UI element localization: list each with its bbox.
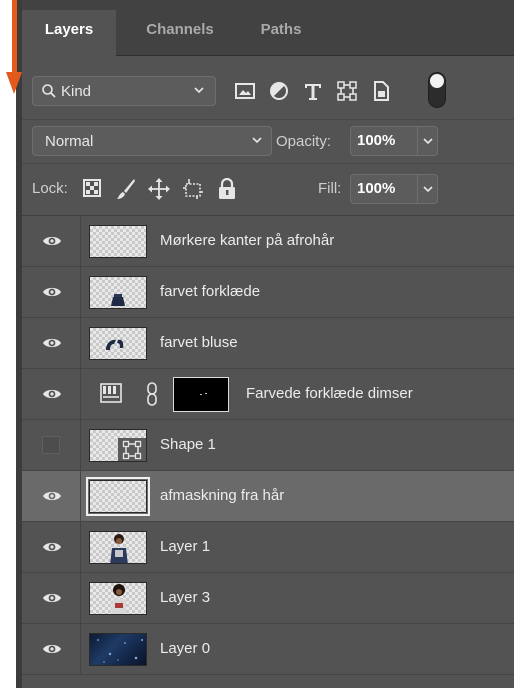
visibility-column — [22, 573, 81, 623]
chevron-down-icon — [252, 137, 262, 144]
visibility-toggle-off[interactable] — [42, 436, 60, 454]
person-thumbnail-icon — [111, 584, 127, 614]
visibility-column — [22, 216, 81, 266]
fill-input[interactable]: 100% — [350, 174, 418, 204]
layer-thumbnail — [86, 477, 150, 516]
layer-name: Mørkere kanter på afrohår — [160, 232, 335, 249]
filter-toggle-switch[interactable] — [428, 72, 446, 108]
smart-object-filter-icon[interactable] — [370, 80, 392, 102]
layer-name: Layer 3 — [160, 589, 211, 606]
layer-row[interactable]: Layer 0 — [22, 624, 514, 675]
eye-icon[interactable] — [42, 336, 62, 350]
visibility-column — [22, 369, 81, 419]
blouse-thumbnail-icon — [106, 339, 124, 350]
chain-link-icon[interactable] — [146, 382, 158, 406]
tab-paths[interactable]: Paths — [240, 10, 322, 56]
mask-speck — [205, 393, 207, 394]
image-filter-icon[interactable] — [234, 80, 256, 102]
mask-speck — [200, 394, 202, 395]
layer-row[interactable]: farvet forklæde — [22, 267, 514, 318]
eye-icon[interactable] — [42, 387, 62, 401]
layer-name: Layer 0 — [160, 640, 211, 657]
layers-panel: Layers Channels Paths Kind Normal Opacit… — [22, 0, 514, 688]
type-filter-icon[interactable] — [302, 80, 324, 102]
eye-icon[interactable] — [42, 489, 62, 503]
tab-channels[interactable]: Channels — [124, 10, 236, 56]
layer-filter-row: Kind — [22, 56, 514, 120]
tab-layers[interactable]: Layers — [22, 10, 116, 56]
eye-icon[interactable] — [42, 285, 62, 299]
layer-name: farvet bluse — [160, 334, 238, 351]
visibility-column — [22, 318, 81, 368]
lock-transparent-pixels-icon[interactable] — [82, 178, 102, 198]
shape-badge — [118, 438, 146, 461]
layer-thumbnail — [89, 531, 147, 564]
layer-row[interactable]: Shape 1 — [22, 420, 514, 471]
left-margin — [0, 0, 16, 688]
lock-row: Lock: Fill: 100% — [22, 164, 514, 216]
adjustment-filter-icon[interactable] — [268, 80, 290, 102]
layer-row-selected[interactable]: afmaskning fra hår — [22, 471, 514, 522]
lock-position-icon[interactable] — [148, 178, 170, 200]
chevron-down-icon — [423, 138, 433, 145]
annotation-arrow-line — [12, 0, 17, 78]
lock-image-pixels-icon[interactable] — [116, 178, 136, 200]
layer-row[interactable]: Farvede forklæde dimser — [22, 369, 514, 420]
chevron-down-icon — [194, 87, 204, 94]
fill-slider-button[interactable] — [418, 174, 438, 204]
layer-mask-thumbnail[interactable] — [173, 377, 229, 412]
layer-name: farvet forklæde — [160, 283, 261, 300]
visibility-column — [22, 420, 81, 470]
adjustment-layer-icon — [100, 383, 122, 403]
layer-row[interactable]: Layer 3 — [22, 573, 514, 624]
visibility-column — [22, 267, 81, 317]
layer-row[interactable]: farvet bluse — [22, 318, 514, 369]
layer-name: Layer 1 — [160, 538, 211, 555]
eye-icon[interactable] — [42, 591, 62, 605]
chevron-down-icon — [423, 186, 433, 193]
search-icon — [42, 84, 56, 98]
toggle-knob — [430, 74, 444, 88]
shape-layer-icon — [122, 440, 142, 460]
annotation-arrow-icon — [6, 72, 22, 94]
lock-artboard-icon[interactable] — [182, 178, 204, 200]
person-thumbnail-icon — [110, 534, 128, 563]
visibility-column — [22, 471, 81, 521]
blend-mode-select[interactable]: Normal — [32, 126, 272, 156]
fill-label: Fill: — [318, 180, 342, 197]
eye-icon[interactable] — [42, 234, 62, 248]
eye-icon[interactable] — [42, 540, 62, 554]
visibility-column — [22, 522, 81, 572]
texture-thumbnail-icon — [97, 639, 143, 663]
apron-thumbnail-icon — [111, 294, 125, 306]
layers-list: Mørkere kanter på afrohår farvet forklæd… — [22, 216, 514, 688]
shape-filter-icon[interactable] — [336, 80, 358, 102]
layer-thumbnail — [89, 582, 147, 615]
layer-name: Farvede forklæde dimser — [246, 385, 413, 402]
eye-icon[interactable] — [42, 642, 62, 656]
layer-name: afmaskning fra hår — [160, 487, 285, 504]
layer-row[interactable]: Mørkere kanter på afrohår — [22, 216, 514, 267]
panel-tab-bar: Layers Channels Paths — [22, 0, 514, 56]
layers-list-footer — [22, 675, 514, 688]
layer-thumbnail — [89, 429, 147, 462]
layer-thumbnail — [89, 276, 147, 309]
opacity-slider-button[interactable] — [418, 126, 438, 156]
app-window: Layers Channels Paths Kind Normal Opacit… — [0, 0, 514, 688]
blend-mode-value: Normal — [45, 133, 94, 150]
visibility-column — [22, 624, 81, 674]
blend-mode-row: Normal Opacity: 100% — [22, 120, 514, 164]
layer-name: Shape 1 — [160, 436, 216, 453]
opacity-input[interactable]: 100% — [350, 126, 418, 156]
layer-thumbnail — [89, 225, 147, 258]
layer-thumbnail — [89, 633, 147, 666]
layer-thumbnail — [89, 327, 147, 360]
layer-row[interactable]: Layer 1 — [22, 522, 514, 573]
lock-all-icon[interactable] — [218, 178, 236, 200]
kind-filter-select[interactable]: Kind — [32, 76, 216, 106]
lock-label: Lock: — [32, 180, 68, 197]
opacity-label: Opacity: — [276, 133, 332, 150]
kind-filter-label: Kind — [61, 83, 92, 100]
